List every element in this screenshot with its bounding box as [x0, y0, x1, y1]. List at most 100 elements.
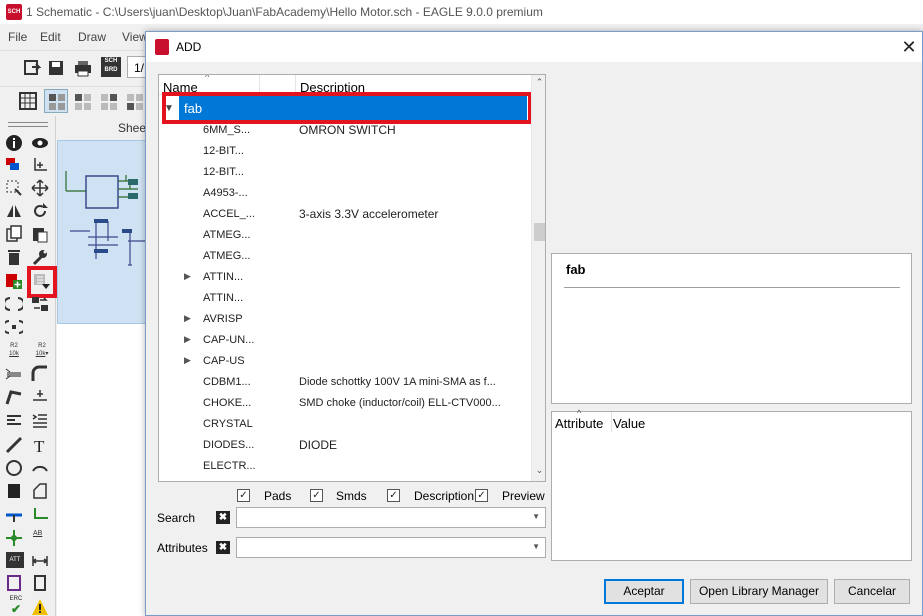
line-icon[interactable]	[5, 436, 23, 454]
tree-row[interactable]: CRYSTAL	[159, 414, 531, 435]
accept-button[interactable]: Aceptar	[604, 579, 684, 604]
tree-row[interactable]: ATMEG...	[159, 246, 531, 267]
optimize-icon[interactable]	[5, 411, 23, 429]
expand-arrow-icon[interactable]: ▶	[184, 313, 191, 324]
wrench-icon[interactable]	[31, 248, 49, 266]
expand-arrow-icon[interactable]: ▶	[184, 271, 191, 282]
pads-checkbox[interactable]: ✓	[237, 489, 250, 502]
close-icon[interactable]: ✕	[898, 36, 920, 58]
tree-row[interactable]: ▶ AVRISP	[159, 309, 531, 330]
rectangle-icon[interactable]	[5, 482, 23, 500]
chevron-down-icon[interactable]: ▼	[532, 512, 540, 521]
grid-icon[interactable]	[18, 91, 38, 111]
tree-row[interactable]: CDBM1... Diode schottky 100V 1A mini-SMA …	[159, 372, 531, 393]
frame-icon[interactable]	[5, 574, 23, 592]
cancel-button[interactable]: Cancelar	[834, 579, 910, 604]
gate-swap-icon[interactable]	[31, 295, 49, 313]
search-input[interactable]	[240, 509, 520, 527]
warning-icon[interactable]	[31, 598, 49, 616]
layer-view-3-icon[interactable]	[99, 92, 119, 112]
text-icon[interactable]: T	[31, 436, 49, 454]
modules-icon[interactable]	[31, 574, 49, 592]
tree-row[interactable]: CHOKE... SMD choke (inductor/coil) ELL-CT…	[159, 393, 531, 414]
add-part-icon[interactable]	[5, 272, 23, 290]
smds-checkbox[interactable]: ✓	[310, 489, 323, 502]
scroll-up-icon[interactable]: ⌃	[533, 77, 545, 89]
swap-icon[interactable]	[5, 295, 23, 313]
open-library-manager-button[interactable]: Open Library Manager	[690, 579, 828, 604]
column-header-value[interactable]: Value	[613, 416, 645, 431]
info-icon[interactable]	[5, 134, 23, 152]
label-icon[interactable]: AB	[33, 530, 51, 546]
tree-row[interactable]: ATMEG...	[159, 225, 531, 246]
align-icon[interactable]	[31, 411, 49, 429]
menu-edit[interactable]: Edit	[40, 30, 61, 44]
tree-row[interactable]: 12-BIT...	[159, 141, 531, 162]
description-checkbox[interactable]: ✓	[387, 489, 400, 502]
value-icon[interactable]: R2 10k▾	[32, 342, 52, 360]
preview-checkbox[interactable]: ✓	[475, 489, 488, 502]
menu-file[interactable]: File	[8, 30, 27, 44]
select-icon[interactable]	[5, 179, 23, 197]
layer-view-4-icon[interactable]	[125, 92, 145, 112]
chevron-down-icon[interactable]: ▼	[532, 542, 540, 551]
clear-search-icon[interactable]: ✖	[216, 511, 230, 524]
net-icon[interactable]	[31, 506, 49, 524]
tree-row[interactable]: DIODES... DIODE	[159, 435, 531, 456]
tree-scrollbar[interactable]: ⌃ ⌄	[531, 75, 545, 481]
schematic-canvas-empty[interactable]	[57, 324, 150, 616]
tree-row[interactable]: 6MM_S... OMRON SWITCH	[159, 120, 531, 141]
scroll-down-icon[interactable]: ⌄	[533, 465, 545, 477]
delete-icon[interactable]	[5, 248, 23, 266]
show-eye-icon[interactable]	[31, 134, 49, 152]
tree-row[interactable]: ▶ ATTIN...	[159, 267, 531, 288]
split-icon[interactable]	[5, 388, 23, 406]
tree-row[interactable]: ELECTR...	[159, 456, 531, 477]
menu-draw[interactable]: Draw	[78, 30, 106, 44]
tree-row[interactable]: ATTIN...	[159, 288, 531, 309]
layer-view-2-icon[interactable]	[73, 92, 93, 112]
tree-row[interactable]: 12-BIT...	[159, 162, 531, 183]
layers-icon[interactable]	[5, 156, 23, 174]
search-combobox[interactable]: ▼	[236, 507, 546, 528]
column-header-attribute[interactable]: Attribute	[555, 416, 603, 431]
tree-row[interactable]: ▶ CAP-US	[159, 351, 531, 372]
expand-arrow-icon[interactable]: ▶	[184, 334, 191, 345]
print-icon[interactable]	[73, 58, 93, 78]
expand-arrow-icon[interactable]: ▶	[184, 355, 191, 366]
paste-icon[interactable]	[31, 225, 49, 243]
pin-swap-icon[interactable]	[5, 318, 23, 336]
save-icon[interactable]	[46, 58, 66, 78]
attributes-input[interactable]	[240, 539, 520, 557]
attribute-table[interactable]: ^ Attribute Value	[551, 408, 912, 561]
junction-icon[interactable]	[5, 529, 23, 547]
sch-brd-switch-icon[interactable]: SCH BRD	[101, 57, 121, 77]
tree-row[interactable]: A4953-...	[159, 183, 531, 204]
scroll-thumb[interactable]	[534, 223, 545, 241]
tree-row[interactable]: ACCEL_... 3-axis 3.3V accelerometer	[159, 204, 531, 225]
polygon-icon[interactable]	[31, 482, 49, 500]
move-icon[interactable]	[31, 179, 49, 197]
dimension-icon[interactable]	[31, 552, 49, 570]
clear-attributes-icon[interactable]: ✖	[216, 541, 230, 554]
copy-icon[interactable]	[5, 225, 23, 243]
arc-icon[interactable]	[31, 459, 49, 477]
library-tree[interactable]: ^ Name Description ▼ fab 6MM_S... OMRON S…	[158, 74, 546, 482]
invoke-icon[interactable]	[31, 388, 49, 406]
schematic-canvas[interactable]	[57, 140, 151, 324]
erc-icon[interactable]: ERC ✔	[6, 596, 26, 616]
name-icon[interactable]: R2 10k	[6, 342, 22, 360]
attribute-icon[interactable]: ATT	[6, 552, 24, 568]
smash-icon[interactable]	[5, 365, 23, 383]
miter-icon[interactable]	[31, 365, 49, 383]
tree-row[interactable]: ▶ CAP-UN...	[159, 330, 531, 351]
replace-icon[interactable]	[33, 273, 51, 291]
circle-icon[interactable]	[5, 459, 23, 477]
rotate-icon[interactable]	[31, 202, 49, 220]
bus-icon[interactable]	[5, 506, 23, 524]
attributes-combobox[interactable]: ▼	[236, 537, 546, 558]
mark-icon[interactable]	[31, 156, 49, 174]
mirror-icon[interactable]	[5, 202, 23, 220]
open-icon[interactable]	[22, 58, 42, 78]
menu-view[interactable]: View	[122, 30, 148, 44]
